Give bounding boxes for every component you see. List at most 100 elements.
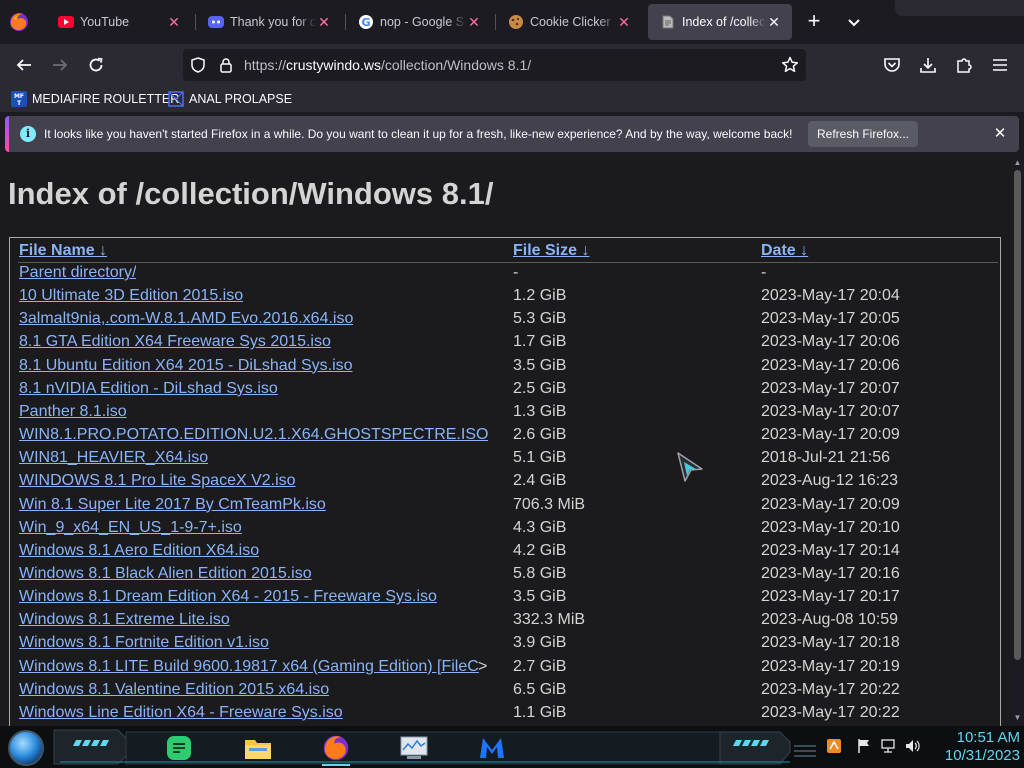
file-row: Windows 8.1 Extreme Lite.iso 332.3 MiB 202… <box>10 609 1000 632</box>
notification-app-icon[interactable] <box>826 738 842 754</box>
app-menu-button[interactable] <box>987 52 1013 78</box>
file-size: 4.3 GiB <box>513 518 567 536</box>
file-size: 5.1 GiB <box>513 449 567 467</box>
file-date: - <box>761 264 767 281</box>
file-link[interactable]: 3almalt9nia,.com-W.8.1.AMD Evo.2016.x64.… <box>19 310 353 328</box>
bookmark-star-icon[interactable] <box>780 55 800 75</box>
tab-youtube[interactable]: YouTube ✕ <box>46 4 192 40</box>
column-header-file-name[interactable]: File Name ↓ <box>19 242 107 260</box>
vertical-scrollbar[interactable]: ▲ ▼ <box>1011 156 1024 726</box>
close-tab-icon[interactable]: ✕ <box>166 14 182 30</box>
file-link[interactable]: Windows 8.1 LITE Build 9600.19817 x64 (G… <box>19 658 479 676</box>
file-link[interactable]: WIN8.1.PRO.POTATO.EDITION.U2.1.X64.GHOST… <box>19 426 488 444</box>
firefox-taskbar-button[interactable] <box>314 729 358 767</box>
file-row: Windows 8.1 Fortnite Edition v1.iso 3.9 G… <box>10 632 1000 655</box>
file-explorer-button[interactable] <box>236 729 280 767</box>
file-link[interactable]: 8.1 nVIDIA Edition - DiLshad Sys.iso <box>19 380 278 398</box>
file-link[interactable]: Win_9_x64_EN_US_1-9-7+.iso <box>19 519 242 537</box>
scrollbar-thumb[interactable] <box>1014 170 1021 660</box>
back-button[interactable] <box>11 52 37 78</box>
firefox-menu-icon[interactable] <box>8 11 30 33</box>
column-header-date[interactable]: Date ↓ <box>761 242 808 260</box>
tab-title: Thank you for downloading <box>230 15 316 29</box>
file-link[interactable]: WINDOWS 8.1 Pro Lite SpaceX V2.iso <box>19 472 296 490</box>
close-notification-icon[interactable]: ✕ <box>991 125 1009 143</box>
window-controls[interactable] <box>895 0 1024 16</box>
file-date: 2023-May-17 20:17 <box>761 588 900 606</box>
system-clock[interactable]: 10:51 AM 10/31/2023 <box>928 729 1020 765</box>
file-link[interactable]: Win 8.1 Super Lite 2017 By CmTeamPk.iso <box>19 496 326 514</box>
file-date: 2023-May-17 20:05 <box>761 310 900 328</box>
arrow-right-icon <box>53 59 68 71</box>
page-icon <box>660 14 676 30</box>
file-row: Windows 8.1 LITE Build 9600.19817 x64 (G… <box>10 656 1000 679</box>
tab-index-of-collection[interactable]: Index of /collection/Windows 8.1/ ✕ <box>648 4 792 40</box>
file-link[interactable]: 8.1 Ubuntu Edition X64 2015 - DiLshad Sy… <box>19 357 353 375</box>
file-row: Windows 8.1 Dream Edition X64 - 2015 - F… <box>10 586 1000 609</box>
notes-app-button[interactable] <box>157 729 201 767</box>
new-tab-button[interactable]: + <box>802 10 826 34</box>
file-link[interactable]: Windows Line Edition X64 - Freeware Sys.… <box>19 704 343 722</box>
extensions-button[interactable] <box>951 52 977 78</box>
scroll-up-arrow-icon[interactable]: ▲ <box>1013 158 1022 167</box>
file-size: 3.9 GiB <box>513 634 567 652</box>
file-link[interactable]: Parent directory/ <box>19 264 136 282</box>
sort-arrow-icon: ↓ <box>581 242 590 259</box>
file-link[interactable]: Windows 8.1 Valentine Edition 2015 x64.i… <box>19 681 329 699</box>
tab-google[interactable]: G nop - Google Search ✕ <box>346 4 492 40</box>
pocket-icon <box>884 58 900 72</box>
close-tab-icon[interactable]: ✕ <box>316 14 332 30</box>
file-link[interactable]: Windows 8.1 Extreme Lite.iso <box>19 611 230 629</box>
tab-thank-you[interactable]: Thank you for downloading ✕ <box>196 4 342 40</box>
tracking-protection-shield-icon[interactable] <box>188 55 208 75</box>
file-link[interactable]: Windows 8.1 Black Alien Edition 2015.iso <box>19 565 312 583</box>
close-tab-icon[interactable]: ✕ <box>466 14 482 30</box>
malwarebytes-button[interactable] <box>470 729 514 767</box>
list-all-tabs-icon[interactable] <box>842 10 866 34</box>
taskbar: 10:51 AM 10/31/2023 <box>0 726 1024 768</box>
bookmark-page-icon <box>168 91 184 107</box>
url-text[interactable]: https://crustywindo.ws/collection/Window… <box>244 57 531 73</box>
file-link[interactable]: Windows 8.1 Aero Edition X64.iso <box>19 542 259 560</box>
sort-arrow-icon: ↓ <box>800 242 809 259</box>
downloads-button[interactable] <box>915 52 941 78</box>
reload-button[interactable] <box>83 52 109 78</box>
file-date: 2023-May-17 20:09 <box>761 495 900 513</box>
file-row: Panther 8.1.iso 1.3 GiB 2023-May-17 20:07 <box>10 401 1000 424</box>
file-link[interactable]: 10 Ultimate 3D Edition 2015.iso <box>19 287 243 305</box>
close-tab-icon[interactable]: ✕ <box>766 14 782 30</box>
action-center-flag-icon[interactable] <box>856 738 872 754</box>
lock-icon[interactable] <box>216 55 236 75</box>
sort-arrow-icon: ↓ <box>99 242 108 259</box>
tab-cookie-clicker[interactable]: Cookie Clicker 2 ✕ <box>496 4 642 40</box>
column-header-file-size[interactable]: File Size ↓ <box>513 242 589 260</box>
file-size: 332.3 MiB <box>513 611 586 629</box>
file-size: 2.7 GiB <box>513 657 567 675</box>
close-tab-icon[interactable]: ✕ <box>616 14 632 30</box>
task-manager-icon <box>400 736 428 759</box>
scroll-down-arrow-icon[interactable]: ▼ <box>1013 713 1022 722</box>
task-manager-button[interactable] <box>392 729 436 767</box>
file-link[interactable]: Windows 8.1 Dream Edition X64 - 2015 - F… <box>19 588 437 606</box>
notes-app-icon <box>167 736 191 760</box>
file-link[interactable]: Windows 8.1 Fortnite Edition v1.iso <box>19 634 269 652</box>
file-link[interactable]: WIN81_HEAVIER_X64.iso <box>19 449 208 467</box>
cookie-icon <box>508 14 524 30</box>
bookmark-anal-prolapse[interactable]: ANAL PROLAPSE <box>168 89 292 109</box>
arrow-left-icon <box>16 59 31 71</box>
address-bar[interactable]: https://crustywindo.ws/collection/Window… <box>183 49 806 81</box>
firefox-icon <box>323 735 349 761</box>
pocket-button[interactable] <box>879 52 905 78</box>
hamburger-menu-icon <box>993 59 1007 71</box>
start-button-orb[interactable] <box>8 730 44 766</box>
file-link[interactable]: 8.1 GTA Edition X64 Freeware Sys 2015.is… <box>19 333 331 351</box>
volume-speaker-icon[interactable] <box>904 738 920 754</box>
bookmark-mediafire-rouletter[interactable]: MF T MEDIAFIRE ROULETTER <box>11 89 179 109</box>
refresh-firefox-button[interactable]: Refresh Firefox... <box>808 121 918 147</box>
file-row: Parent directory/ - - <box>10 262 1000 285</box>
discord-icon <box>208 14 224 30</box>
network-icon[interactable] <box>880 738 896 754</box>
file-size: 1.3 GiB <box>513 402 567 420</box>
forward-button[interactable] <box>47 52 73 78</box>
file-link[interactable]: Panther 8.1.iso <box>19 403 127 421</box>
